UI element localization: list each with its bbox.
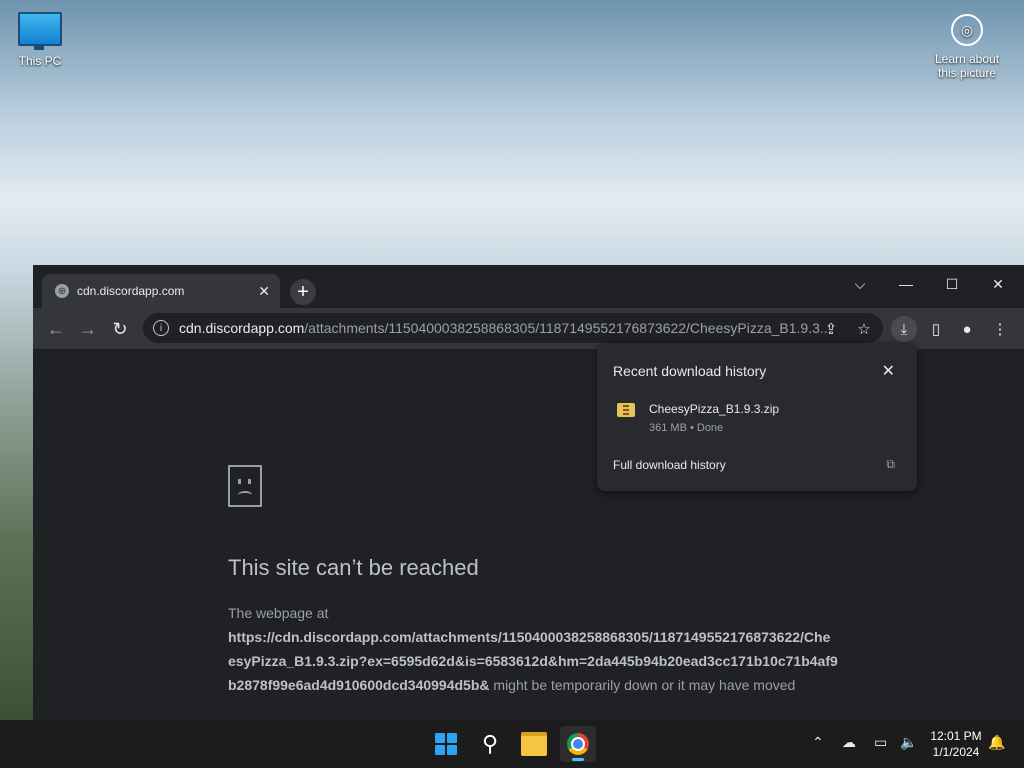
zip-file-icon — [617, 403, 635, 417]
camera-icon: ◎ — [951, 14, 983, 46]
url-path: /attachments/1150400038258868305/1187149… — [304, 320, 832, 336]
download-history-popup: Recent download history ✕ CheesyPizza_B1… — [597, 343, 917, 491]
full-download-history-link[interactable]: Full download history — [613, 458, 726, 472]
popup-close-icon[interactable]: ✕ — [882, 361, 895, 381]
chrome-window: ⊕ cdn.discordapp.com ✕ + ⌵ — ☐ ✕ ← → ↻ i… — [33, 265, 1024, 720]
download-icon[interactable]: ⤓ — [891, 316, 917, 342]
file-explorer-icon[interactable] — [516, 726, 552, 762]
windows-icon — [435, 733, 457, 755]
maximize-button[interactable]: ☐ — [932, 269, 972, 299]
tab-title: cdn.discordapp.com — [77, 284, 185, 298]
tab-close-icon[interactable]: ✕ — [258, 283, 270, 300]
learn-about-picture[interactable]: ◎ Learn about this picture — [922, 14, 1012, 80]
error-body: The webpage at https://cdn.discordapp.co… — [228, 601, 838, 697]
url-host: cdn.discordapp.com — [179, 320, 305, 336]
side-panel-icon[interactable]: ▯ — [924, 317, 948, 341]
this-pc-label: This PC — [18, 54, 62, 68]
learn-label-line2: this picture — [937, 66, 997, 80]
cloud-icon[interactable]: ☁ — [842, 734, 856, 751]
tab-active[interactable]: ⊕ cdn.discordapp.com ✕ — [42, 274, 280, 308]
start-button[interactable] — [428, 726, 464, 762]
minimize-button[interactable]: — — [886, 269, 926, 299]
close-window-button[interactable]: ✕ — [978, 269, 1018, 299]
download-file-meta: 361 MB • Done — [649, 422, 724, 434]
address-bar[interactable]: i cdn.discordapp.com /attachments/115040… — [143, 313, 883, 343]
popup-title: Recent download history — [613, 363, 767, 379]
network-icon[interactable]: ▭ — [874, 734, 887, 751]
globe-icon: ⊕ — [55, 284, 69, 298]
tab-strip: ⊕ cdn.discordapp.com ✕ + ⌵ — ☐ ✕ — [33, 265, 1024, 308]
monitor-icon — [18, 12, 62, 50]
error-body-suffix: might be temporarily down or it may have… — [493, 677, 796, 693]
chrome-taskbar-icon[interactable] — [560, 726, 596, 762]
clock[interactable]: 12:01 PM 1/1/2024 — [922, 728, 990, 760]
learn-label-line1: Learn about — [934, 52, 1000, 66]
back-button[interactable]: ← — [44, 317, 68, 341]
this-pc-desktop-icon[interactable]: This PC — [10, 8, 70, 68]
external-link-icon[interactable]: ⧉ — [886, 457, 895, 472]
clock-time: 12:01 PM — [930, 729, 982, 743]
volume-icon[interactable]: 🔈 — [900, 734, 917, 751]
error-body-prefix: The webpage at — [228, 605, 329, 621]
notification-bell-icon[interactable]: 🔔 — [988, 734, 1005, 751]
search-icon[interactable]: ⚲ — [472, 726, 508, 762]
bookmark-star-icon[interactable]: ☆ — [852, 317, 876, 341]
share-icon[interactable]: ⇪ — [819, 317, 843, 341]
chevron-up-icon[interactable]: ⌃ — [812, 734, 824, 751]
info-icon[interactable]: i — [153, 320, 169, 336]
tab-search-icon[interactable]: ⌵ — [840, 269, 880, 299]
new-tab-button[interactable]: + — [290, 279, 316, 305]
clock-date: 1/1/2024 — [932, 745, 980, 759]
error-title: This site can’t be reached — [228, 555, 479, 580]
profile-icon[interactable]: ● — [955, 317, 979, 341]
sad-page-icon — [228, 465, 262, 507]
download-file-name[interactable]: CheesyPizza_B1.9.3.zip — [649, 402, 779, 416]
menu-icon[interactable]: ⋮ — [988, 317, 1012, 341]
forward-button[interactable]: → — [76, 317, 100, 341]
taskbar: ⚲ ⌃ ☁ ▭ 🔈 12:01 PM 1/1/2024 🔔 — [0, 720, 1024, 768]
reload-button[interactable]: ↻ — [108, 317, 132, 341]
